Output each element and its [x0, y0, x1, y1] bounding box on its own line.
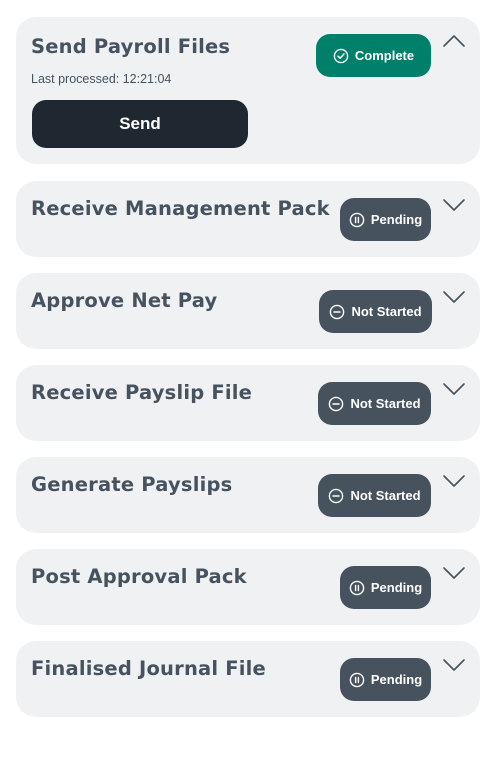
- chevron-down-icon[interactable]: [442, 657, 466, 673]
- step-title: Receive Payslip File: [31, 381, 253, 404]
- check-circle-icon: [333, 48, 349, 63]
- chevron-up-icon[interactable]: [442, 33, 466, 49]
- status-badge-label: Pending: [370, 672, 423, 687]
- pause-circle-icon: [349, 672, 365, 687]
- step-card-approve-net-pay[interactable]: Approve Net Pay Not Started: [16, 273, 480, 349]
- step-card-finalised-journal-file[interactable]: Finalised Journal File Pending: [16, 641, 480, 717]
- chevron-down-icon[interactable]: [442, 565, 466, 581]
- step-card-receive-management-pack[interactable]: Receive Management Pack Pending: [16, 181, 480, 257]
- step-card-send-payroll-files[interactable]: Send Payroll Files Complete Last process…: [16, 17, 480, 164]
- status-badge: Not Started: [318, 382, 431, 425]
- minus-circle-icon: [330, 304, 345, 319]
- last-processed-text: Last processed: 12:21:04: [31, 72, 172, 86]
- status-badge: Pending: [340, 658, 431, 701]
- send-button[interactable]: Send: [32, 100, 248, 148]
- step-card-post-approval-pack[interactable]: Post Approval Pack Pending: [16, 549, 480, 625]
- pause-circle-icon: [349, 212, 365, 227]
- pause-circle-icon: [349, 580, 365, 595]
- chevron-down-icon[interactable]: [442, 197, 466, 213]
- step-card-generate-payslips[interactable]: Generate Payslips Not Started: [16, 457, 480, 533]
- minus-circle-icon: [329, 488, 344, 503]
- status-badge: Pending: [340, 198, 431, 241]
- status-badge-label: Pending: [370, 580, 423, 595]
- chevron-down-icon[interactable]: [442, 381, 466, 397]
- step-title: Approve Net Pay: [31, 289, 218, 312]
- step-title: Receive Management Pack: [31, 197, 330, 220]
- step-title: Generate Payslips: [31, 473, 233, 496]
- status-badge: Pending: [340, 566, 431, 609]
- chevron-down-icon[interactable]: [442, 473, 466, 489]
- status-badge: Complete: [316, 34, 431, 77]
- step-title: Send Payroll Files: [31, 35, 231, 58]
- minus-circle-icon: [329, 396, 344, 411]
- step-card-receive-payslip-file[interactable]: Receive Payslip File Not Started: [16, 365, 480, 441]
- step-title: Post Approval Pack: [31, 565, 247, 588]
- step-title: Finalised Journal File: [31, 657, 266, 680]
- status-badge-label: Pending: [370, 212, 423, 227]
- status-badge-label: Not Started: [351, 304, 422, 319]
- status-badge-label: Not Started: [350, 488, 421, 503]
- chevron-down-icon[interactable]: [442, 289, 466, 305]
- status-badge-label: Not Started: [350, 396, 421, 411]
- status-badge: Not Started: [318, 474, 431, 517]
- status-badge-label: Complete: [354, 48, 415, 63]
- status-badge: Not Started: [319, 290, 432, 333]
